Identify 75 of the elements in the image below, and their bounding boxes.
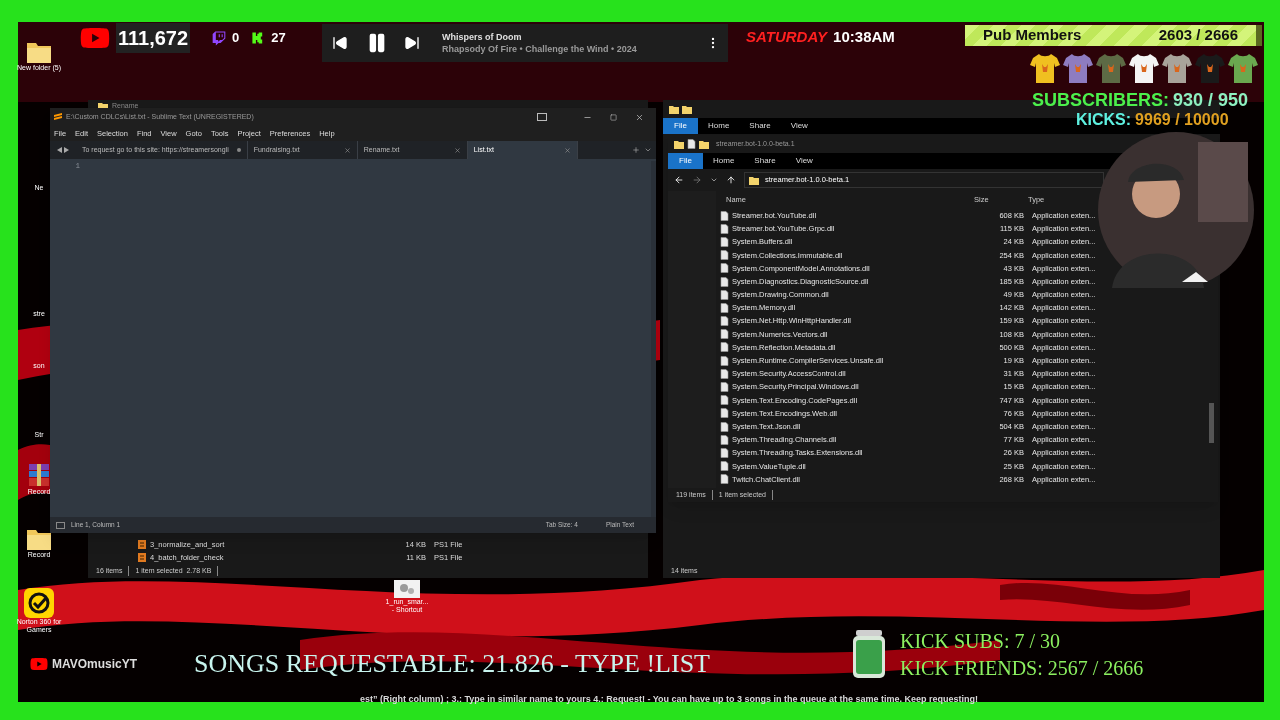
song-title: Whispers of Doom [442,31,523,43]
file-icon [720,461,729,472]
tab-list-icon[interactable] [644,146,652,154]
folder-icon [749,175,759,185]
file-icon [720,355,729,366]
ribbon-tab[interactable]: Share [744,153,786,169]
ribbon-tab[interactable]: File [668,153,703,169]
window-icon[interactable] [537,113,547,121]
file-icon [720,434,729,445]
file-icon [720,382,729,393]
pub-members-count: 2603 / 2666 [1158,25,1238,46]
pub-members-label: Pub Members [983,25,1082,46]
file-icon [720,289,729,300]
ribbon-tab[interactable]: File [663,118,698,134]
panel-icon[interactable] [56,521,65,529]
channel-name: MAVOmusicYT [52,656,138,673]
folder-icon [674,139,684,149]
checkmark-icon [24,588,54,618]
script-file-icon [138,540,146,549]
twitch-logo-icon [212,30,227,46]
forward-icon[interactable] [692,175,702,185]
close-tab-icon[interactable] [563,146,571,154]
ribbon-tab[interactable]: View [785,153,823,169]
kick-count: 27 [271,29,286,48]
file-icon [720,210,729,221]
ribbon-tab[interactable]: Home [703,153,745,169]
file-icon [720,236,729,247]
gears-icon [394,580,420,598]
file-icon [720,342,729,353]
kicks-label: KICKS: [1076,110,1132,130]
file-icon [720,447,729,458]
clock: 10:38AM [833,27,895,47]
file-icon [687,139,696,149]
scrollbar-thumb[interactable] [1209,403,1214,443]
youtube-logo-icon [30,656,48,672]
ticker-text: est” (Right column) ; 3.: Type in similar name to yours 4.: Request! - You can have up to 3 songs in the queue at the same time. Keep requesting! [360,694,979,704]
up-icon[interactable] [726,175,736,185]
file-icon [720,395,729,406]
kicks-count: 9969 / 10000 [1135,110,1229,130]
previous-tab-icon[interactable] [57,147,62,153]
file-icon [720,408,729,419]
app-logo-icon [54,112,62,122]
close-icon[interactable] [635,112,644,122]
file-icon [720,250,729,261]
subscribers-label: SUBSCRIBERS: [1032,89,1169,112]
file-icon [720,223,729,234]
previous-icon[interactable] [332,35,348,51]
next-tab-icon[interactable] [64,147,69,153]
ribbon-tab[interactable]: View [780,118,818,134]
new-tab-icon[interactable] [632,146,640,154]
recent-icon[interactable] [710,176,718,184]
next-icon[interactable] [404,35,420,51]
ribbon-tab[interactable]: Share [739,118,781,134]
file-icon [720,368,729,379]
file-icon [720,276,729,287]
close-tab-icon[interactable] [343,146,351,154]
archive-icon [27,462,51,488]
file-icon [720,421,729,432]
jar-icon [852,630,886,678]
back-icon[interactable] [674,175,684,185]
file-icon [720,474,729,485]
ribbon-tab[interactable]: Home [698,118,740,134]
file-icon [720,302,729,313]
maximize-icon[interactable] [610,113,617,121]
folder-icon [699,139,709,149]
song-artist: Rhapsody Of Fire • Challenge the Wind • 2024 [442,43,637,55]
close-tab-icon[interactable] [453,146,461,154]
file-icon [720,329,729,340]
subscribers-count: 930 / 950 [1173,89,1249,112]
day-label: SATURDAY [746,27,828,47]
youtube-count: 111,672 [116,23,191,53]
script-file-icon [138,553,146,562]
twitch-count: 0 [232,29,240,48]
file-icon [720,263,729,274]
file-icon [720,316,729,327]
